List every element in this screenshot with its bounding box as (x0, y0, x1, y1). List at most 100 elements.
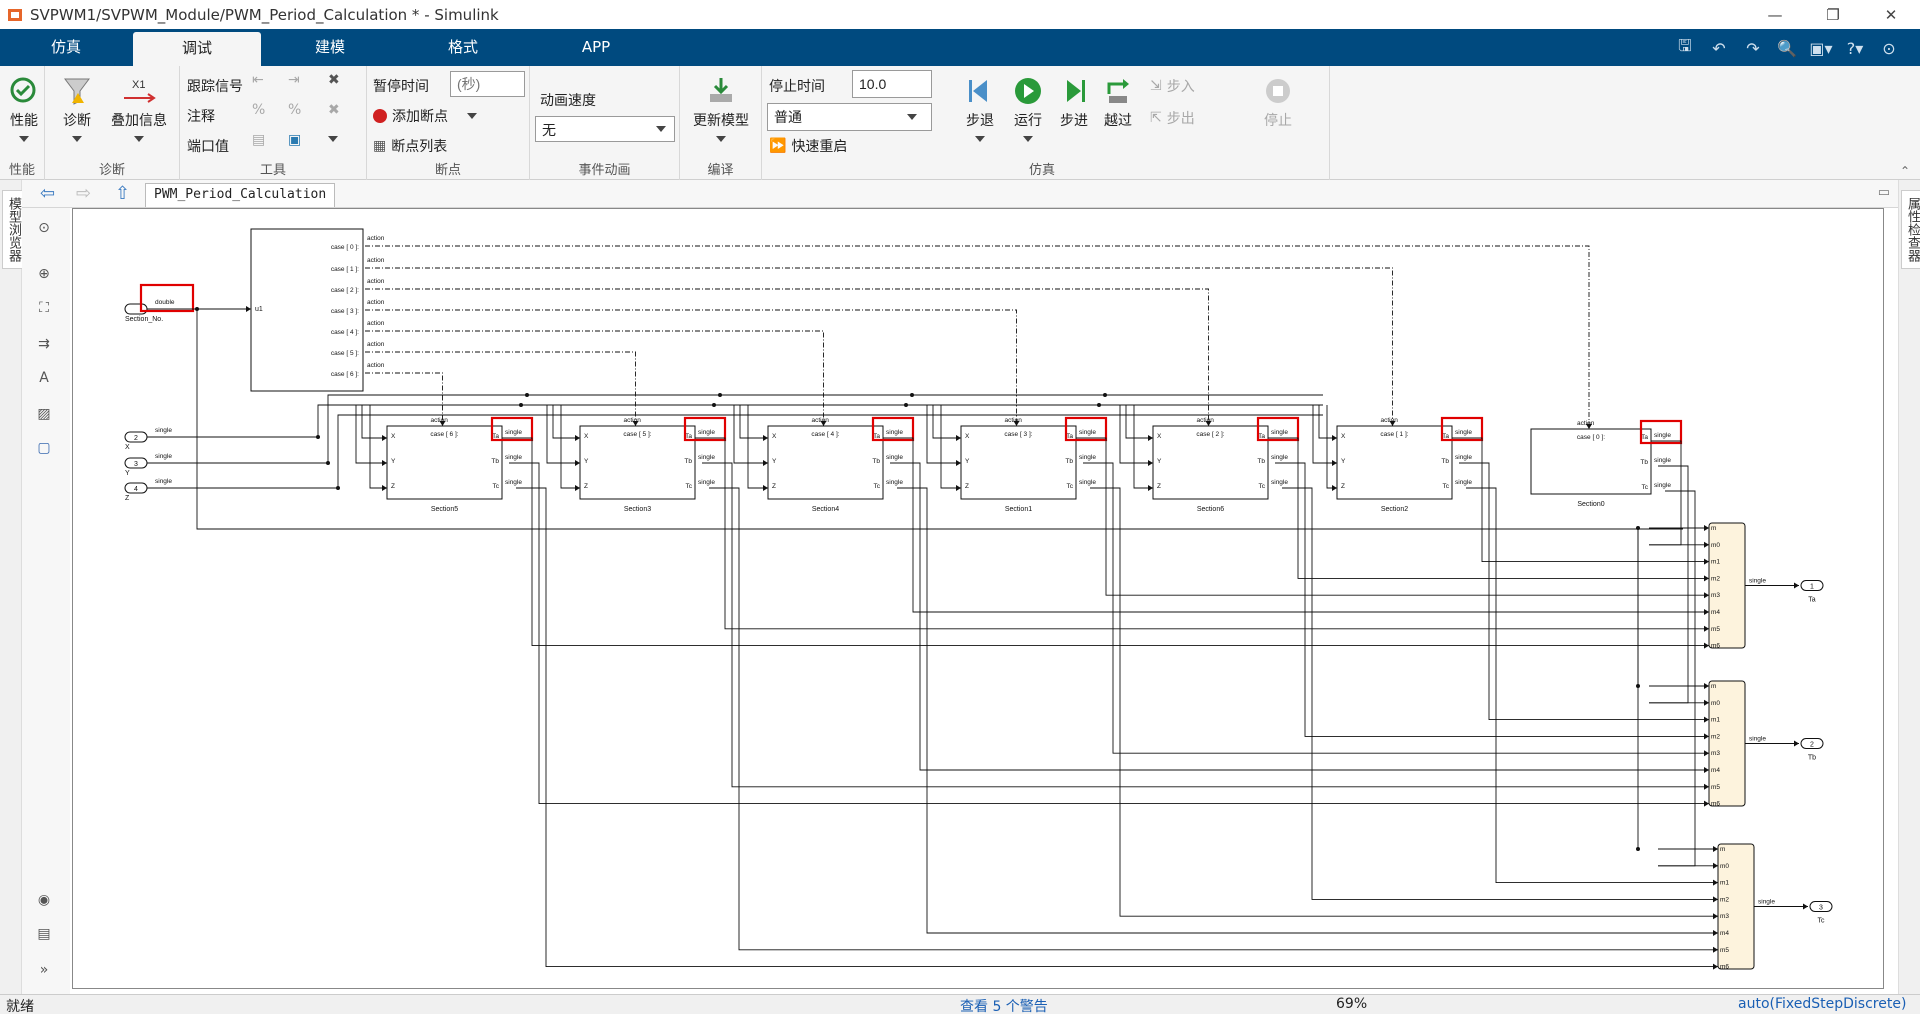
step-over-button[interactable]: 越过 (1096, 76, 1140, 130)
annot-percent2-icon[interactable]: % (288, 102, 301, 118)
signal-arrow (1704, 541, 1709, 548)
camera-icon[interactable]: ◉ (32, 888, 56, 912)
subsystem-case-label: case [ 0 ]: (1577, 434, 1605, 441)
back-arrow-icon[interactable]: ⇦ (40, 183, 55, 204)
tab-format[interactable]: 格式 (415, 29, 511, 66)
image-icon[interactable]: ▨ (32, 402, 56, 426)
signal-arrow (1704, 800, 1709, 807)
annot-clear-icon[interactable]: ✖ (328, 102, 340, 118)
subsystem-name: Section6 (1197, 506, 1224, 513)
update-model-button[interactable]: 更新模型 (684, 76, 758, 146)
trace-right-icon[interactable]: ⇥ (288, 72, 300, 88)
step-out-button[interactable]: ⇱ 步出 (1150, 108, 1195, 128)
zoom-icon[interactable]: ⊕ (32, 262, 56, 286)
hide-show-icon[interactable]: ⊙ (32, 216, 56, 240)
annotation-button[interactable]: 注释 (187, 106, 215, 126)
performance-button[interactable]: 性能 (4, 76, 44, 146)
property-inspector-tab[interactable]: 属性检查器 (1901, 190, 1920, 269)
trace-left-icon[interactable]: ⇤ (252, 72, 264, 88)
stop-icon (1266, 79, 1290, 103)
signal-line (1326, 405, 1337, 489)
minimize-button[interactable]: — (1746, 0, 1804, 29)
arrow-icon[interactable]: ⇉ (32, 332, 56, 356)
step-back-button[interactable]: 步退 (958, 76, 1002, 146)
group-tools: 跟踪信号 注释 端口值 ⇤ ⇥ ✖ % % ✖ ▤ ▣ 工具 (180, 66, 367, 180)
port-values-button[interactable]: 端口值 (187, 136, 229, 156)
solver-link[interactable]: auto(FixedStepDiscrete) (1738, 996, 1906, 1012)
step-forward-button[interactable]: 步进 (1052, 76, 1096, 130)
overlay-info-button[interactable]: X1 叠加信息 (103, 76, 175, 146)
warnings-link[interactable]: 查看 5 个警告 (960, 996, 1048, 1016)
inport-x-number: 2 (134, 435, 138, 442)
tab-apps[interactable]: APP (548, 29, 644, 66)
subsystem-in-port: X (965, 433, 970, 440)
tab-simulation[interactable]: 仿真 (18, 29, 114, 66)
save-icon[interactable]: 🖫 (1672, 36, 1698, 60)
breakpoint-list-button[interactable]: ▦ 断点列表 (373, 136, 447, 156)
stop-time-input[interactable] (852, 70, 932, 98)
stop-button[interactable]: 停止 (1258, 76, 1298, 130)
signal-arrow (1704, 750, 1709, 757)
subsystem-out-port: Tb (872, 458, 880, 465)
branch-point (1103, 393, 1107, 397)
signal-arrow (1148, 485, 1153, 491)
remove-trace-icon[interactable]: ✖ (328, 72, 340, 88)
collapse-ribbon-icon[interactable]: ⊙ (1876, 36, 1902, 60)
subsystem-in-port: X (391, 433, 396, 440)
merge-tc-type: single (1758, 899, 1775, 906)
inport-x-label: X (125, 444, 130, 451)
fit-view-icon[interactable]: ⛶ (32, 296, 56, 320)
layout-icon[interactable]: ▣▾ (1808, 36, 1834, 60)
add-breakpoint-button[interactable]: 添加断点 (373, 106, 477, 126)
port-clear-icon[interactable]: ▣ (288, 132, 301, 148)
signal-line (1312, 405, 1337, 464)
step-forward-icon (1067, 80, 1085, 102)
redo-icon[interactable]: ↷ (1740, 36, 1766, 60)
switch-case-port-1: case [ 1 ]: (331, 266, 359, 273)
signal-arrow (1704, 783, 1709, 790)
undo-icon[interactable]: ↶ (1706, 36, 1732, 60)
signal-arrow (763, 435, 768, 441)
tab-modeling[interactable]: 建模 (282, 29, 378, 66)
annot-percent-icon[interactable]: % (252, 102, 265, 118)
run-button[interactable]: 运行 (1006, 76, 1050, 146)
model-canvas[interactable]: Section_No. double 2 Xsingle 3 Ysingle 4 Zsingl… (72, 208, 1884, 989)
forward-arrow-icon[interactable]: ⇨ (76, 183, 91, 204)
search-icon[interactable]: 🔍 (1774, 36, 1800, 60)
step-in-icon: ⇲ (1150, 78, 1162, 94)
area-icon[interactable]: ▢ (32, 436, 56, 460)
hide-explorer-icon[interactable]: ▭ (1878, 185, 1890, 200)
sim-mode-select[interactable]: 普通 (767, 103, 932, 131)
restore-button[interactable]: ❐ (1804, 0, 1862, 29)
inport-section-no[interactable] (124, 303, 148, 315)
tab-debug[interactable]: 调试 (133, 32, 261, 66)
close-button[interactable]: ✕ (1862, 0, 1920, 29)
trace-signal-button[interactable]: 跟踪信号 (187, 76, 243, 96)
model-data-icon[interactable]: ▤ (32, 922, 56, 946)
inport-section-no-label: Section_No. (125, 316, 163, 323)
step-in-button[interactable]: ⇲ 步入 (1150, 76, 1195, 96)
port-value-icon[interactable]: ▤ (252, 132, 265, 148)
group-compile: 更新模型 编译 (680, 66, 762, 180)
diagnostics-button[interactable]: 诊断 (57, 76, 97, 146)
subsystem-name: Section0 (1577, 501, 1604, 508)
outport-tc-number: 3 (1819, 905, 1823, 912)
fast-restart-button[interactable]: ⏩ 快速重启 (769, 136, 847, 156)
switch-case-action-3: action (367, 299, 385, 306)
signal-line (739, 405, 768, 439)
pause-time-input[interactable] (450, 71, 525, 97)
tools-more-icon[interactable] (328, 136, 338, 142)
animation-speed-select[interactable]: 无 (535, 116, 675, 142)
switch-case-action-4: action (367, 320, 385, 327)
switch-case-port-0: case [ 0 ]: (331, 244, 359, 251)
expand-palette-icon[interactable]: » (32, 958, 56, 982)
help-icon[interactable]: ?▾ (1842, 36, 1868, 60)
signal-arrow (1332, 435, 1337, 441)
text-annotation-icon[interactable]: A (32, 366, 56, 390)
subsystem-name: Section3 (624, 506, 651, 513)
subsystem-case-label: case [ 2 ]: (1196, 431, 1224, 438)
expand-ribbon-icon[interactable]: ⌃ (1900, 164, 1910, 178)
breadcrumb[interactable]: PWM_Period_Calculation (145, 183, 336, 207)
signal-line (365, 330, 824, 426)
up-arrow-icon[interactable]: ⇧ (115, 183, 130, 204)
